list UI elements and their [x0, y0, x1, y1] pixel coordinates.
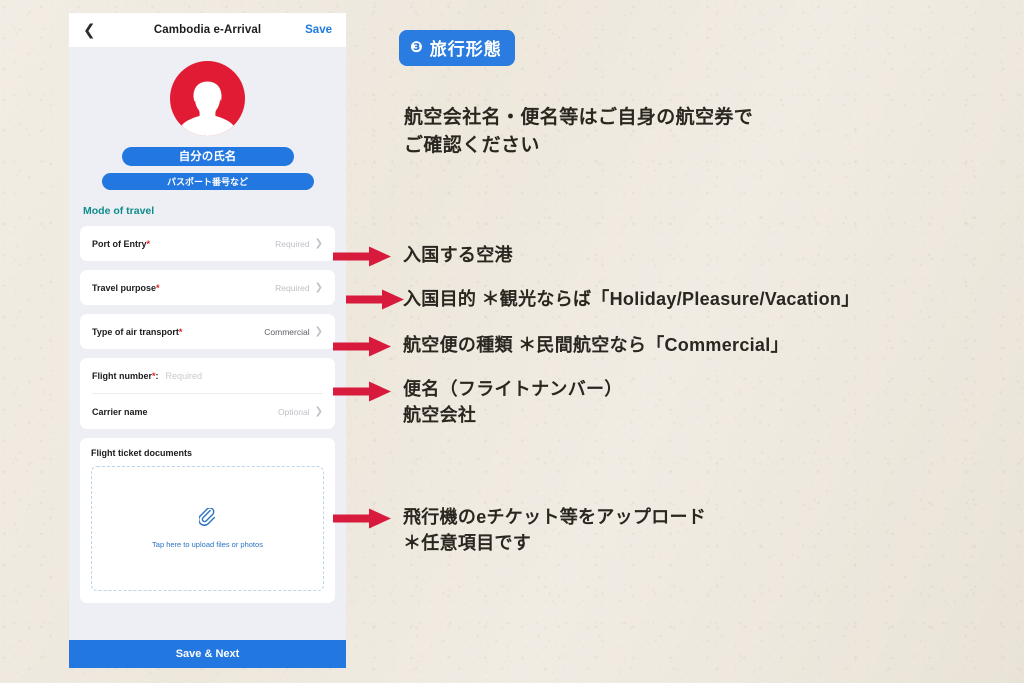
- intro-note: 航空会社名・便名等はご自身の航空券で ご確認ください: [404, 104, 753, 160]
- chevron-right-icon: ❯: [314, 281, 323, 293]
- row-value-text: Commercial: [264, 326, 310, 337]
- step-number: ❸: [410, 39, 424, 56]
- card-flight-ticket-documents: Flight ticket documents Tap here to uplo…: [80, 438, 335, 603]
- callout-port-of-entry: 入国する空港: [403, 245, 513, 265]
- row-value-text: Optional: [277, 406, 310, 417]
- row-type-of-air-transport[interactable]: Type of air transport* Commercial ❯: [92, 314, 323, 349]
- row-label: Port of Entry*: [92, 239, 150, 249]
- file-dropzone[interactable]: Tap here to upload files or photos: [91, 466, 324, 591]
- row-label-suffix: :: [155, 370, 159, 381]
- step-badge-3: ❸ 旅行形態: [399, 30, 515, 66]
- paperclip-icon: [198, 507, 216, 532]
- card-type-of-air-transport[interactable]: Type of air transport* Commercial ❯: [80, 314, 335, 349]
- row-carrier-name[interactable]: Carrier name Optional ❯: [92, 393, 323, 429]
- profile-area: 自分の氏名 パスポート番号など: [69, 47, 346, 190]
- chevron-right-icon: ❯: [314, 325, 323, 337]
- card-port-of-entry[interactable]: Port of Entry* Required ❯: [80, 226, 335, 261]
- row-value-text: Required: [275, 238, 310, 249]
- arrow-to-travel-purpose: [346, 289, 404, 310]
- chevron-right-icon: ❯: [314, 237, 323, 249]
- row-value: Required ❯: [275, 237, 323, 249]
- row-flight-number[interactable]: Flight number*: Required: [92, 358, 323, 393]
- row-value: Commercial ❯: [264, 325, 323, 337]
- required-asterisk: *: [146, 238, 151, 249]
- save-and-next-button[interactable]: Save & Next: [69, 640, 346, 668]
- row-label: Travel purpose*: [92, 283, 160, 293]
- row-label-text: Type of air transport: [92, 326, 179, 337]
- row-value-text: Required: [275, 282, 310, 293]
- row-value: Required ❯: [275, 281, 323, 293]
- passport-number-pill-button[interactable]: パスポート番号など: [101, 173, 314, 190]
- row-label-text: Travel purpose: [92, 282, 157, 293]
- row-label-text: Port of Entry: [92, 238, 147, 249]
- required-asterisk: *: [178, 326, 183, 337]
- callout-upload-line1: 飛行機のeチケット等をアップロード: [403, 507, 707, 527]
- phone-screenshot-panel: ❮ Cambodia e-Arrival Save 自分の氏名 パスポート番号な…: [69, 13, 346, 668]
- intro-note-line1: 航空会社名・便名等はご自身の航空券で: [404, 107, 754, 128]
- callout-upload-line2: ＊任意項目です: [403, 532, 532, 553]
- intro-note-line2: ご確認ください: [404, 135, 540, 157]
- required-asterisk: *: [156, 282, 160, 293]
- row-label-text: Carrier name: [92, 406, 148, 417]
- row-label-text: Flight number: [92, 370, 152, 381]
- callout-flight-number-line1: 便名（フライトナンバー）: [403, 379, 623, 399]
- save-link[interactable]: Save: [305, 24, 332, 36]
- row-travel-purpose[interactable]: Travel purpose* Required ❯: [92, 270, 323, 305]
- arrow-to-air-transport-type: [333, 336, 391, 357]
- app-nav-bar: ❮ Cambodia e-Arrival Save: [69, 13, 346, 47]
- form-area: Port of Entry* Required ❯ Travel purpose…: [69, 226, 346, 603]
- callout-flight-number-line2: 航空会社: [403, 404, 477, 425]
- row-value: Optional ❯: [277, 405, 323, 417]
- flight-number-input[interactable]: Required: [166, 371, 203, 381]
- back-chevron-icon[interactable]: ❮: [83, 23, 103, 38]
- row-label: Type of air transport*: [92, 327, 182, 337]
- row-port-of-entry[interactable]: Port of Entry* Required ❯: [92, 226, 323, 261]
- person-avatar-icon: [170, 61, 245, 136]
- callout-travel-purpose: 入国目的 ＊観光ならば「Holiday/Pleasure/Vacation」: [403, 289, 860, 309]
- dropzone-hint: Tap here to upload files or photos: [152, 540, 263, 549]
- step-label: 旅行形態: [429, 40, 502, 59]
- arrow-to-flight-number: [333, 381, 391, 402]
- card-travel-purpose[interactable]: Travel purpose* Required ❯: [80, 270, 335, 305]
- chevron-right-icon: ❯: [314, 405, 323, 417]
- arrow-to-port-of-entry: [333, 246, 391, 267]
- section-title-mode-of-travel: Mode of travel: [83, 205, 155, 217]
- callout-air-transport-type: 航空便の種類 ＊民間航空なら「Commercial」: [403, 335, 789, 355]
- callout-upload: 飛行機のeチケット等をアップロード ＊任意項目です: [403, 505, 706, 556]
- card-flight-and-carrier[interactable]: Flight number*: Required Carrier name Op…: [80, 358, 335, 429]
- row-label: Carrier name: [92, 407, 148, 417]
- callout-flight-number: 便名（フライトナンバー） 航空会社: [403, 377, 623, 428]
- arrow-to-upload-area: [333, 508, 391, 529]
- upload-section-title: Flight ticket documents: [91, 448, 193, 458]
- own-name-pill-button[interactable]: 自分の氏名: [121, 147, 294, 166]
- row-label: Flight number*:: [92, 371, 159, 381]
